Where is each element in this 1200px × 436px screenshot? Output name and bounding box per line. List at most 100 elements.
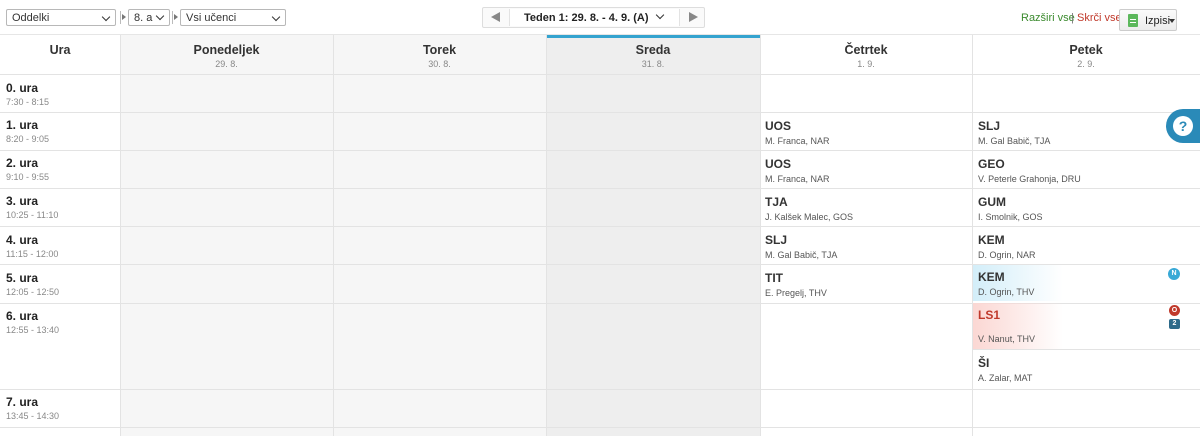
lesson-subject: GUM xyxy=(978,195,1006,209)
period-row-4: 4. ura 11:15 - 12:00 xyxy=(6,233,58,259)
lesson-card[interactable]: SLJ M. Gal Babič, TJA xyxy=(978,119,1050,146)
collapse-all-link[interactable]: Skrči vse xyxy=(1077,12,1122,24)
period-row-0: 0. ura 7:30 - 8:15 xyxy=(6,81,49,107)
period-row-3: 3. ura 10:25 - 11:10 xyxy=(6,194,58,220)
lesson-teacher: M. Gal Babič, TJA xyxy=(978,136,1051,146)
lesson-card[interactable]: TIT E. Pregelj, THV xyxy=(765,271,827,298)
question-circle-icon: ? xyxy=(1173,116,1193,136)
lesson-subject: UOS xyxy=(765,119,792,133)
lesson-subject: KEM xyxy=(978,233,1005,247)
period-row-2: 2. ura 9:10 - 9:55 xyxy=(6,156,49,182)
class-select[interactable]: 8. a xyxy=(128,9,170,26)
chevron-down-icon xyxy=(155,11,165,21)
count-badge[interactable]: 2 xyxy=(1169,319,1180,329)
column-divider xyxy=(120,35,121,436)
day-date: 31. 8. xyxy=(641,59,665,69)
week-select[interactable]: Teden 1: 29. 8. - 4. 9. (A) xyxy=(509,9,680,26)
help-button[interactable]: ? xyxy=(1166,109,1200,143)
lesson-teacher: D. Ogrin, NAR xyxy=(978,250,1036,260)
row-divider xyxy=(0,226,1200,227)
header-wednesday: Sreda 31. 8. xyxy=(546,35,760,75)
triangle-right-icon xyxy=(689,12,698,22)
new-badge[interactable]: N xyxy=(1168,268,1180,280)
print-button[interactable]: Izpisi xyxy=(1119,9,1177,31)
lesson-card[interactable]: GEO V. Peterle Grahonja, DRU xyxy=(978,157,1081,184)
lesson-subject: LS1 xyxy=(978,308,1001,322)
day-date: 1. 9. xyxy=(857,59,875,69)
day-name: Petek xyxy=(1069,43,1103,57)
lesson-teacher: V. Peterle Grahonja, DRU xyxy=(978,174,1081,184)
lesson-card[interactable]: LS1 V. Nanut, THV xyxy=(978,308,1035,344)
lesson-card[interactable]: UOS M. Franca, NAR xyxy=(765,157,830,184)
header-friday: Petek 2. 9. xyxy=(972,35,1200,75)
triangle-left-icon xyxy=(491,12,500,22)
lesson-teacher: M. Franca, NAR xyxy=(765,136,830,146)
lesson-card[interactable]: KEM D. Ogrin, NAR xyxy=(978,233,1036,260)
period-row-6: 6. ura 12:55 - 13:40 xyxy=(6,309,59,335)
separator-line xyxy=(172,11,173,24)
period-name: 0. ura xyxy=(6,81,39,95)
lesson-subject: UOS xyxy=(765,157,792,171)
expand-all-link[interactable]: Razširi vse xyxy=(1021,12,1075,24)
group-select[interactable]: Oddelki xyxy=(6,9,116,26)
student-select[interactable]: Vsi učenci xyxy=(180,9,286,26)
caret-down-icon xyxy=(1169,19,1175,23)
lesson-card[interactable]: GUM I. Smolnik, GOS xyxy=(978,195,1043,222)
period-name: 6. ura xyxy=(6,309,39,323)
chevron-down-icon xyxy=(101,12,111,22)
row-divider xyxy=(0,188,1200,189)
lesson-card[interactable]: UOS M. Franca, NAR xyxy=(765,119,830,146)
week-label: Teden 1: 29. 8. - 4. 9. (A) xyxy=(524,12,649,24)
breadcrumb-arrow-icon xyxy=(122,14,126,20)
lesson-teacher: A. Zalar, MAT xyxy=(978,373,1033,383)
lesson-teacher: D. Ogrin, THV xyxy=(978,287,1035,297)
lesson-card[interactable]: KEM D. Ogrin, THV xyxy=(978,270,1034,297)
period-time: 12:55 - 13:40 xyxy=(6,325,60,335)
row-divider xyxy=(0,389,1200,390)
class-select-value: 8. a xyxy=(134,12,153,24)
next-week-button[interactable] xyxy=(681,8,705,27)
student-select-value: Vsi učenci xyxy=(186,12,237,24)
day-column-tuesday xyxy=(333,35,546,436)
day-date: 2. 9. xyxy=(1077,59,1095,69)
lesson-card[interactable]: SLJ M. Gal Babič, TJA xyxy=(765,233,837,260)
period-time: 11:15 - 12:00 xyxy=(6,249,59,259)
header-thursday: Četrtek 1. 9. xyxy=(760,35,972,75)
period-row-1: 1. ura 8:20 - 9:05 xyxy=(6,118,49,144)
lesson-subject: ŠI xyxy=(978,356,990,370)
day-date: 30. 8. xyxy=(428,59,451,69)
column-divider xyxy=(972,35,973,436)
lesson-subject: KEM xyxy=(978,270,1005,284)
period-name: 2. ura xyxy=(6,156,39,170)
day-name: Torek xyxy=(422,43,457,57)
period-time: 10:25 - 11:10 xyxy=(6,210,59,220)
period-row-7: 7. ura 13:45 - 14:30 xyxy=(6,395,59,421)
lesson-card[interactable]: TJA J. Kalšek Malec, GOS xyxy=(765,195,853,222)
lesson-subject: SLJ xyxy=(765,233,788,247)
day-name: Ponedeljek xyxy=(193,43,260,57)
period-time: 9:10 - 9:55 xyxy=(6,172,50,182)
row-divider xyxy=(0,427,1200,428)
period-row-5: 5. ura 12:05 - 12:50 xyxy=(6,271,59,297)
period-time: 7:30 - 8:15 xyxy=(6,97,50,107)
lesson-subject: TIT xyxy=(765,271,783,285)
lesson-subject: TJA xyxy=(765,195,788,209)
alert-badge[interactable]: O xyxy=(1169,305,1180,316)
document-icon xyxy=(1128,14,1138,27)
chevron-down-icon xyxy=(655,10,665,20)
period-name: 3. ura xyxy=(6,194,39,208)
header-monday: Ponedeljek 29. 8. xyxy=(120,35,333,75)
header-ura: Ura xyxy=(0,35,120,75)
column-divider xyxy=(760,35,761,436)
period-time: 8:20 - 9:05 xyxy=(6,134,50,144)
print-label: Izpisi xyxy=(1145,15,1171,27)
header-tuesday: Torek 30. 8. xyxy=(333,35,546,75)
day-column-wednesday xyxy=(546,35,760,436)
day-date: 29. 8. xyxy=(215,59,238,69)
previous-week-button[interactable] xyxy=(483,8,507,27)
day-column-monday xyxy=(120,35,333,436)
link-separator: | xyxy=(1071,12,1074,24)
column-divider xyxy=(333,35,334,436)
lesson-card[interactable]: ŠI A. Zalar, MAT xyxy=(978,356,1032,383)
cell-divider xyxy=(973,349,1200,350)
